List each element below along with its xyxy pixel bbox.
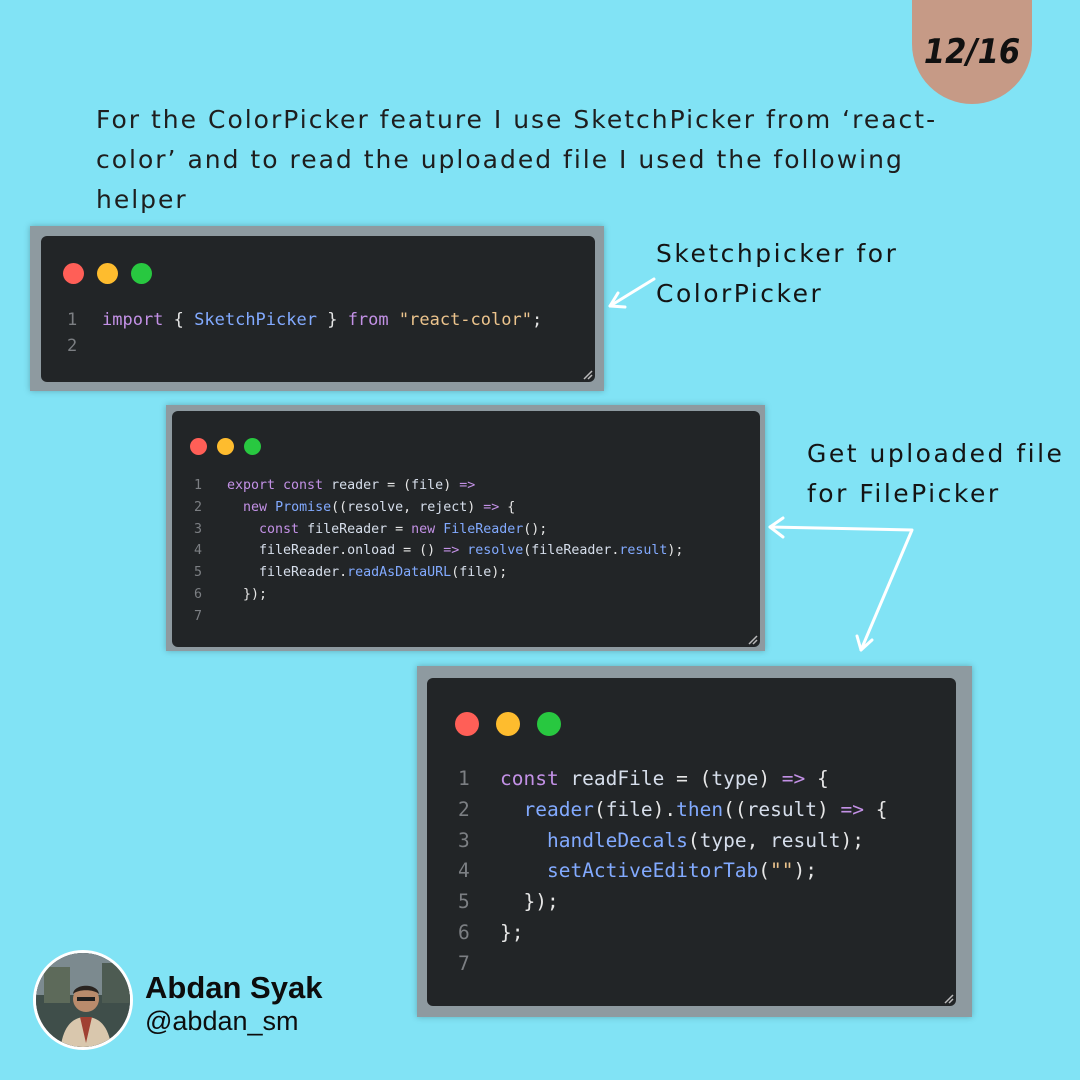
avatar <box>33 950 133 1050</box>
arrow-to-snippet-1 <box>608 277 656 309</box>
arrow-to-snippet-2-and-3 <box>768 516 914 652</box>
author-handle: @abdan_sm <box>145 1006 299 1036</box>
author-name: Abdan Syak <box>145 970 323 1005</box>
annotation-arrows <box>608 277 914 652</box>
